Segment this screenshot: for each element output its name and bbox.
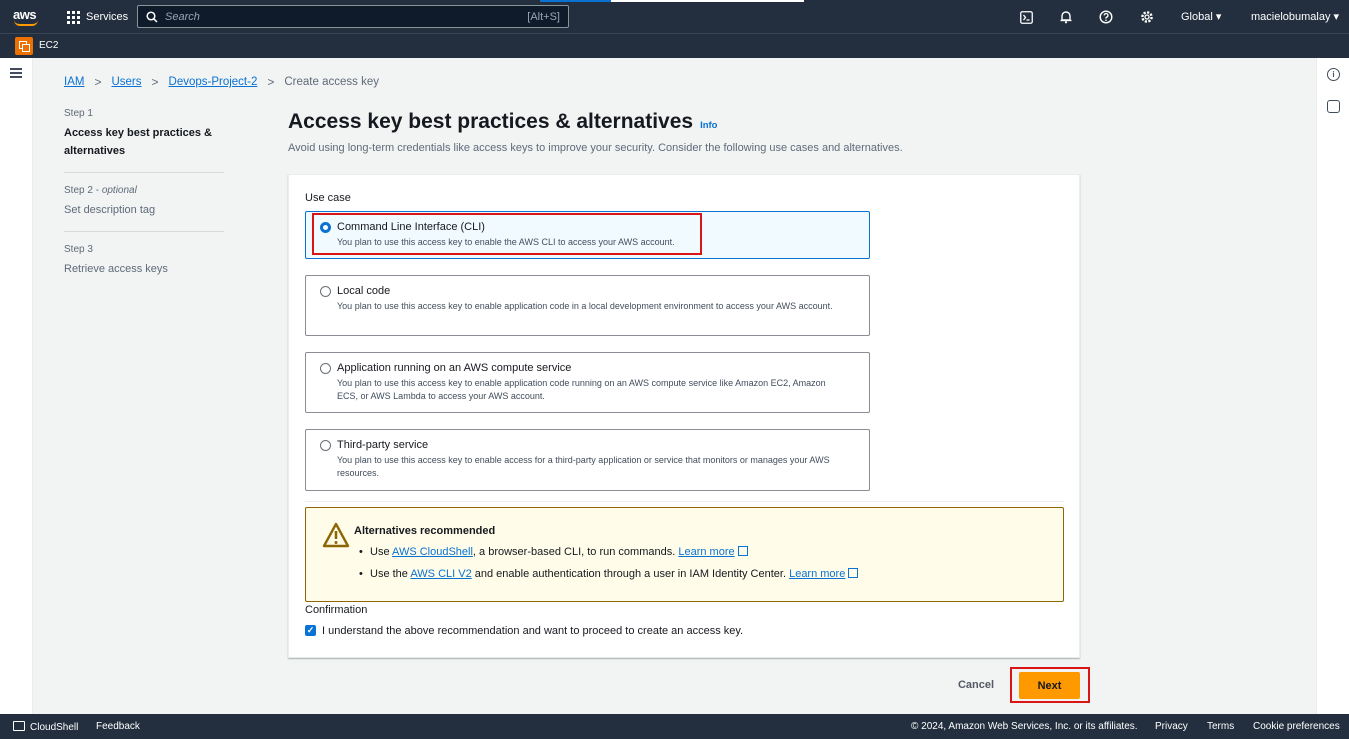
- option-description: You plan to use this access key to enabl…: [337, 378, 826, 401]
- next-button[interactable]: Next: [1019, 672, 1080, 699]
- radio-unselected[interactable]: [320, 286, 331, 297]
- tools-panel-icon[interactable]: [1327, 100, 1340, 113]
- option-description: You plan to use this access key to enabl…: [337, 455, 830, 478]
- search-input[interactable]: [165, 10, 528, 23]
- search-bar[interactable]: [Alt+S]: [137, 5, 569, 28]
- footer-terms[interactable]: Terms: [1207, 721, 1234, 732]
- footer-cloudshell[interactable]: CloudShell: [13, 721, 78, 733]
- option-description: You plan to use this access key to enabl…: [337, 301, 833, 311]
- footer: CloudShell Feedback © 2024, Amazon Web S…: [0, 714, 1349, 739]
- list-item: Use the AWS CLI V2 and enable authentica…: [359, 568, 859, 581]
- aws-cloudshell-link[interactable]: AWS CloudShell: [392, 546, 473, 558]
- step-title: Set description tag: [64, 204, 156, 216]
- learn-more-link[interactable]: Learn more: [789, 568, 845, 580]
- info-panel-icon[interactable]: i: [1327, 68, 1340, 81]
- ec2-shortcut-label[interactable]: EC2: [39, 40, 58, 51]
- confirmation-text[interactable]: I understand the above recommendation an…: [322, 625, 743, 637]
- footer-copyright: © 2024, Amazon Web Services, Inc. or its…: [911, 721, 1138, 732]
- use-case-label: Use case: [305, 192, 351, 204]
- breadcrumb-users[interactable]: Users: [111, 76, 141, 88]
- left-rail: [0, 58, 33, 714]
- external-link-icon[interactable]: [848, 568, 859, 578]
- step-optional-tag: optional: [101, 185, 137, 196]
- breadcrumb-current: Create access key: [284, 76, 379, 88]
- page-title: Access key best practices & alternatives…: [288, 110, 718, 134]
- use-case-option-cli[interactable]: Command Line Interface (CLI) You plan to…: [305, 211, 870, 259]
- wizard-steps: Step 1 Access key best practices & alter…: [64, 108, 224, 302]
- alternatives-alert: Alternatives recommended Use AWS CloudSh…: [305, 507, 1064, 602]
- wizard-step-2[interactable]: Step 2 - optional Set description tag: [64, 185, 224, 232]
- step-number: Step 2 - optional: [64, 185, 137, 196]
- external-link-icon[interactable]: [737, 546, 748, 556]
- step-title: Retrieve access keys: [64, 263, 168, 275]
- step-title: Access key best practices & alternatives: [64, 127, 212, 157]
- confirmation-checkbox[interactable]: ✓: [305, 625, 316, 636]
- step-number: Step 1: [64, 108, 93, 119]
- services-menu-button[interactable]: Services: [67, 9, 128, 25]
- chevron-right-icon: >: [267, 75, 275, 89]
- wizard-step-3[interactable]: Step 3 Retrieve access keys: [64, 244, 224, 290]
- search-icon: [146, 10, 158, 23]
- divider: [305, 501, 1064, 502]
- footer-privacy[interactable]: Privacy: [1155, 721, 1188, 732]
- breadcrumb-user[interactable]: Devops-Project-2: [169, 76, 258, 88]
- radio-unselected[interactable]: [320, 440, 331, 451]
- list-item: Use AWS CloudShell, a browser-based CLI,…: [359, 546, 858, 559]
- alternatives-list: Use AWS CloudShell, a browser-based CLI,…: [359, 546, 859, 590]
- cloudshell-icon[interactable]: [1018, 9, 1034, 25]
- option-title: Command Line Interface (CLI): [337, 221, 485, 233]
- help-icon[interactable]: [1098, 9, 1114, 25]
- breadcrumb: IAM > Users > Devops-Project-2 > Create …: [64, 75, 379, 89]
- menu-toggle-icon[interactable]: [10, 68, 22, 78]
- step-number: Step 3: [64, 244, 93, 255]
- ec2-service-icon[interactable]: [15, 37, 33, 55]
- aws-cli-v2-link[interactable]: AWS CLI V2: [410, 568, 471, 580]
- region-selector[interactable]: Global ▾: [1181, 10, 1221, 23]
- footer-cookie-preferences[interactable]: Cookie preferences: [1253, 721, 1340, 732]
- search-shortcut-hint: [Alt+S]: [527, 10, 560, 23]
- services-label: Services: [86, 11, 129, 23]
- confirmation-label: Confirmation: [305, 604, 368, 616]
- notifications-bell-icon[interactable]: [1058, 9, 1074, 25]
- use-case-option-third-party[interactable]: Third-party service You plan to use this…: [305, 429, 870, 491]
- option-title: Third-party service: [337, 439, 429, 451]
- warning-icon: [322, 522, 350, 548]
- aws-logo[interactable]: aws: [13, 6, 43, 28]
- top-navigation: aws Services [Alt+S] Global ▾ macielobum…: [0, 0, 1349, 33]
- service-shortcut-bar: EC2: [0, 33, 1349, 58]
- wizard-step-1: Step 1 Access key best practices & alter…: [64, 108, 224, 173]
- chevron-right-icon: >: [94, 75, 102, 89]
- settings-gear-icon[interactable]: [1139, 9, 1155, 25]
- page-title-text: Access key best practices & alternatives: [288, 110, 694, 133]
- option-description: You plan to use this access key to enabl…: [337, 237, 675, 247]
- use-case-panel: Use case Command Line Interface (CLI) Yo…: [288, 174, 1080, 658]
- option-title: Local code: [337, 285, 391, 297]
- aws-smile-icon: [14, 20, 38, 26]
- right-rail: i: [1316, 58, 1349, 714]
- use-case-option-aws-compute[interactable]: Application running on an AWS compute se…: [305, 352, 870, 413]
- account-menu[interactable]: macielobumalay ▾: [1251, 10, 1339, 23]
- cancel-button[interactable]: Cancel: [952, 675, 1000, 695]
- learn-more-link[interactable]: Learn more: [678, 546, 734, 558]
- footer-feedback[interactable]: Feedback: [96, 721, 140, 732]
- option-title: Application running on an AWS compute se…: [337, 362, 572, 374]
- radio-selected[interactable]: [320, 222, 331, 233]
- chevron-right-icon: >: [151, 75, 159, 89]
- radio-unselected[interactable]: [320, 363, 331, 374]
- breadcrumb-iam[interactable]: IAM: [64, 76, 84, 88]
- info-link[interactable]: Info: [700, 120, 717, 131]
- grid-icon: [67, 10, 80, 24]
- page-description: Avoid using long-term credentials like a…: [288, 142, 903, 154]
- alert-title: Alternatives recommended: [354, 525, 496, 537]
- loading-bar-track: [611, 0, 804, 2]
- use-case-option-local-code[interactable]: Local code You plan to use this access k…: [305, 275, 870, 336]
- loading-bar: [540, 0, 611, 2]
- cloudshell-icon: [13, 721, 25, 731]
